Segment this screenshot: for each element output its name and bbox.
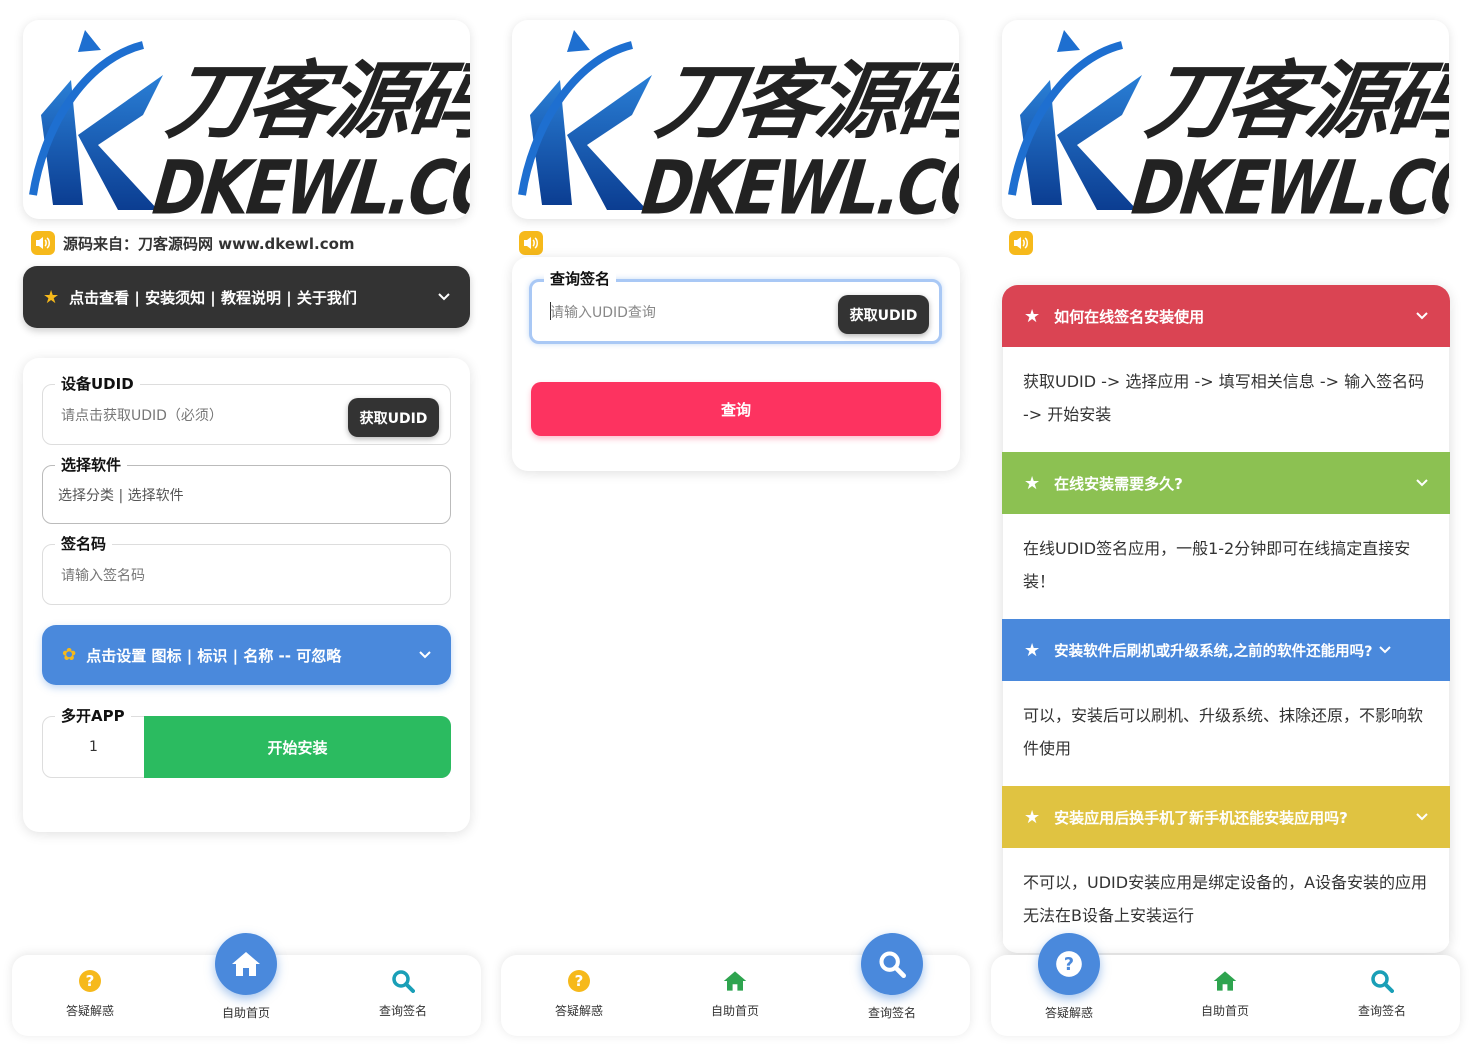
tab-home[interactable]: 自助首页 bbox=[1147, 955, 1303, 1036]
logo-en-text: DKEWL.COM bbox=[148, 144, 470, 219]
install-panel: 刀客源码 DKEWL.COM 源码来自：刀客源码网 www.dkewl.com … bbox=[0, 0, 481, 1054]
logo-en-text: DKEWL.COM bbox=[637, 144, 959, 219]
tab-home-label: 自助首页 bbox=[710, 1004, 759, 1018]
udid-query-input[interactable]: 请输入UDID查询 bbox=[550, 302, 656, 322]
star-icon: ★ bbox=[1024, 472, 1041, 494]
question-icon: ? bbox=[78, 969, 102, 993]
gear-icon: ✿ bbox=[62, 645, 77, 665]
chevron-down-icon bbox=[1416, 809, 1428, 825]
faq-answer: 可以，安装后可以刷机、升级系统、抹除还原，不影响软件使用 bbox=[1002, 681, 1450, 786]
notice-text: 源码来自：刀客源码网 www.dkewl.com bbox=[63, 234, 355, 253]
question-icon: ? bbox=[567, 969, 591, 993]
search-icon bbox=[391, 969, 415, 993]
speaker-icon bbox=[1009, 231, 1033, 255]
tab-home[interactable]: 自助首页 bbox=[168, 933, 324, 1036]
faq-question: 安装应用后换手机了新手机还能安装应用吗? bbox=[1054, 808, 1348, 827]
software-select[interactable]: 选择软件 选择分类 | 选择软件 bbox=[42, 454, 451, 524]
home-icon bbox=[1213, 969, 1237, 993]
tab-query[interactable]: 查询签名 bbox=[325, 955, 481, 1036]
faq-card: ★ 如何在线签名安装使用 获取UDID -> 选择应用 -> 填写相关信息 ->… bbox=[1002, 285, 1450, 953]
faq-item-1-header[interactable]: ★ 如何在线签名安装使用 bbox=[1002, 285, 1450, 347]
star-icon: ★ bbox=[1024, 305, 1041, 327]
udid-query-label: 查询签名 bbox=[544, 268, 617, 289]
bottom-tabbar: ? 答疑解惑 自助首页 查询签名 bbox=[991, 933, 1460, 1036]
bottom-tabbar: ? 答疑解惑 自助首页 查询签名 bbox=[501, 933, 970, 1036]
tab-home[interactable]: 自助首页 bbox=[657, 955, 813, 1036]
faq-item-2-header[interactable]: ★ 在线安装需要多久? bbox=[1002, 452, 1450, 514]
speaker-icon bbox=[519, 231, 543, 255]
faq-answer: 在线UDID签名应用，一般1-2分钟即可在线搞定直接安装！ bbox=[1002, 514, 1450, 619]
speaker-icon bbox=[31, 231, 55, 255]
svg-text:?: ? bbox=[575, 972, 584, 990]
brand-logo: 刀客源码 DKEWL.COM bbox=[1002, 20, 1449, 219]
source-notice: 源码来自：刀客源码网 www.dkewl.com bbox=[31, 230, 355, 256]
udid-input[interactable]: 请点击获取UDID（必须） bbox=[61, 405, 223, 425]
multi-app-label: 多开APP bbox=[55, 705, 131, 726]
tab-query[interactable]: 查询签名 bbox=[1304, 955, 1460, 1036]
logo-cn-text: 刀客源码 bbox=[1140, 52, 1449, 150]
tab-faq[interactable]: ? 答疑解惑 bbox=[12, 955, 168, 1036]
search-icon bbox=[861, 933, 923, 995]
faq-question: 安装软件后刷机或升级系统,之前的软件还能用吗? bbox=[1054, 643, 1373, 660]
tab-query-label: 查询签名 bbox=[867, 1006, 916, 1020]
multi-app-input[interactable]: 1 bbox=[89, 739, 98, 755]
start-install-button[interactable]: 开始安装 bbox=[144, 716, 451, 778]
get-udid-button[interactable]: 获取UDID bbox=[348, 398, 439, 437]
logo-cn-text: 刀客源码 bbox=[650, 52, 959, 150]
faq-answer: 获取UDID -> 选择应用 -> 填写相关信息 -> 输入签名码 -> 开始安… bbox=[1002, 347, 1450, 452]
tab-query-label: 查询签名 bbox=[378, 1004, 427, 1018]
bottom-tabbar: ? 答疑解惑 自助首页 查询签名 bbox=[12, 933, 481, 1036]
tab-faq[interactable]: ? 答疑解惑 bbox=[991, 933, 1147, 1036]
star-icon: ★ bbox=[1024, 806, 1041, 828]
faq-question: 如何在线签名安装使用 bbox=[1054, 307, 1205, 326]
star-icon: ★ bbox=[1024, 639, 1041, 661]
faq-list: ★ 如何在线签名安装使用 获取UDID -> 选择应用 -> 填写相关信息 ->… bbox=[1002, 285, 1450, 953]
faq-question: 在线安装需要多久? bbox=[1054, 474, 1183, 493]
svg-text:?: ? bbox=[86, 972, 95, 990]
brand-logo: 刀客源码 DKEWL.COM bbox=[512, 20, 959, 219]
home-icon bbox=[215, 933, 277, 995]
tab-faq-label: 答疑解惑 bbox=[65, 1004, 114, 1018]
search-icon bbox=[1370, 969, 1394, 993]
chevron-down-icon bbox=[1416, 475, 1428, 491]
logo-cn-text: 刀客源码 bbox=[161, 52, 470, 150]
svg-text:?: ? bbox=[1064, 955, 1074, 975]
tab-faq-label: 答疑解惑 bbox=[1044, 1006, 1093, 1020]
info-dropdown[interactable]: ★ 点击查看 | 安装须知 | 教程说明 | 关于我们 bbox=[23, 266, 470, 328]
software-label: 选择软件 bbox=[55, 454, 128, 475]
settings-dropdown[interactable]: ✿ 点击设置 图标 | 标识 | 名称 -- 可忽略 bbox=[42, 625, 451, 685]
logo-en-text: DKEWL.COM bbox=[1127, 144, 1449, 219]
sign-code-field[interactable]: 签名码 请输入签名码 bbox=[42, 533, 451, 605]
query-panel: 刀客源码 DKEWL.COM bbox=[490, 0, 962, 1054]
brand-logo: 刀客源码 DKEWL.COM bbox=[23, 20, 470, 219]
tab-faq-label: 答疑解惑 bbox=[554, 1004, 603, 1018]
sign-code-label: 签名码 bbox=[55, 533, 113, 554]
question-icon: ? bbox=[1038, 933, 1100, 995]
faq-item-3-header[interactable]: ★ 安装软件后刷机或升级系统,之前的软件还能用吗? bbox=[1002, 619, 1450, 681]
chevron-down-icon bbox=[1378, 642, 1391, 658]
tab-home-label: 自助首页 bbox=[1200, 1004, 1249, 1018]
query-button[interactable]: 查询 bbox=[531, 382, 941, 436]
udid-label: 设备UDID bbox=[55, 373, 140, 394]
settings-dropdown-label: 点击设置 图标 | 标识 | 名称 -- 可忽略 bbox=[86, 646, 342, 665]
source-notice bbox=[1009, 230, 1033, 256]
home-icon bbox=[723, 969, 747, 993]
chevron-down-icon bbox=[438, 289, 450, 305]
tab-home-label: 自助首页 bbox=[221, 1006, 270, 1020]
tab-query-label: 查询签名 bbox=[1357, 1004, 1406, 1018]
tab-faq[interactable]: ? 答疑解惑 bbox=[501, 955, 657, 1036]
chevron-down-icon bbox=[1416, 308, 1428, 324]
tab-query[interactable]: 查询签名 bbox=[814, 933, 970, 1036]
info-dropdown-label: 点击查看 | 安装须知 | 教程说明 | 关于我们 bbox=[69, 288, 357, 307]
star-icon: ★ bbox=[43, 286, 60, 308]
faq-item-4-header[interactable]: ★ 安装应用后换手机了新手机还能安装应用吗? bbox=[1002, 786, 1450, 848]
sign-code-input[interactable]: 请输入签名码 bbox=[61, 565, 145, 585]
chevron-down-icon bbox=[419, 647, 431, 663]
source-notice bbox=[519, 230, 543, 256]
software-select-value[interactable]: 选择分类 | 选择软件 bbox=[58, 485, 184, 505]
get-udid-button[interactable]: 获取UDID bbox=[838, 295, 929, 334]
